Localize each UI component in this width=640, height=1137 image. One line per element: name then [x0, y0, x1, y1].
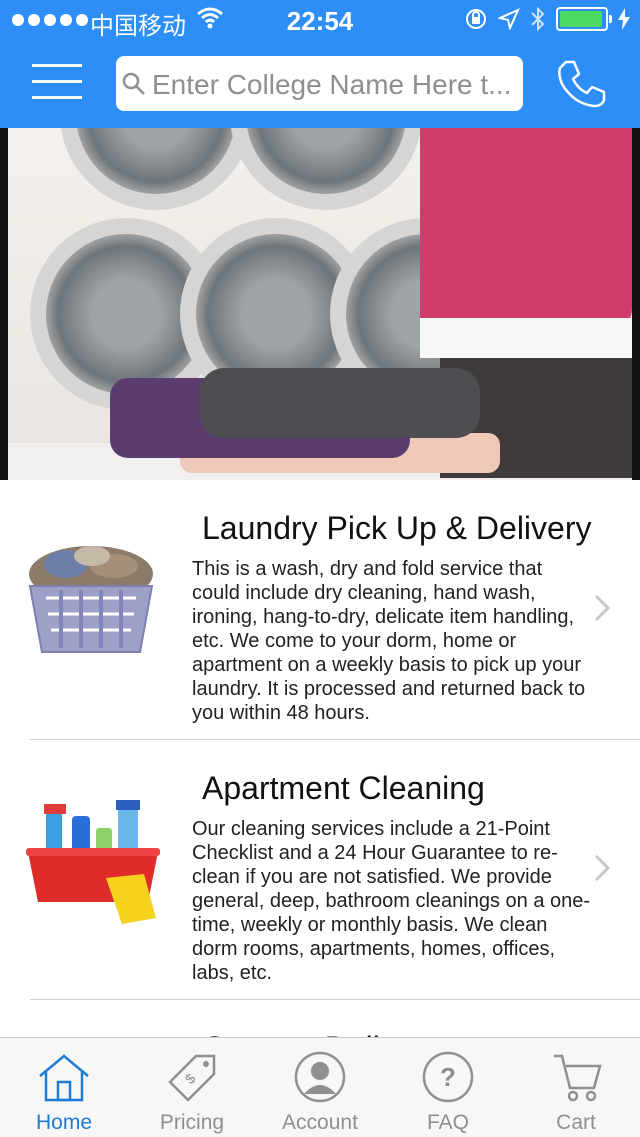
tab-label: Cart: [556, 1111, 596, 1134]
hamburger-menu-icon[interactable]: [32, 64, 82, 100]
battery-icon: [556, 7, 612, 31]
phone-icon[interactable]: [554, 56, 610, 112]
orientation-lock-icon: [466, 9, 486, 29]
svg-text:?: ?: [440, 1062, 456, 1092]
tab-label: Pricing: [159, 1111, 225, 1134]
home-icon: [39, 1054, 89, 1102]
laundry-basket-image: [28, 546, 154, 653]
location-arrow-icon: [498, 8, 520, 30]
hero-image: [0, 128, 640, 480]
bottom-tab-bar: Home $ Pricing Account ? FAQ Cart: [0, 1037, 640, 1137]
price-tag-icon: $: [168, 1054, 216, 1102]
tab-pricing[interactable]: $ Pricing: [128, 1038, 256, 1137]
status-bar: 中国移动 22:54: [0, 0, 640, 40]
chevron-right-icon: [594, 854, 610, 882]
service-apartment-cleaning[interactable]: Apartment Cleaning Our cleaning services…: [0, 740, 640, 1000]
cleaning-supplies-image: [26, 800, 160, 924]
tab-cart[interactable]: Cart: [512, 1038, 640, 1137]
service-laundry[interactable]: Laundry Pick Up & Delivery This is a was…: [0, 480, 640, 740]
charging-bolt-icon: [618, 8, 630, 30]
services-list: Laundry Pick Up & Delivery This is a was…: [0, 480, 640, 1060]
service-title: Laundry Pick Up & Delivery: [202, 510, 592, 546]
service-description: This is a wash, dry and fold service tha…: [192, 558, 586, 724]
college-search-input[interactable]: [148, 56, 524, 113]
cart-icon: [554, 1054, 602, 1102]
search-icon: [122, 72, 145, 95]
tab-home[interactable]: Home: [0, 1038, 128, 1137]
tab-label: Account: [282, 1111, 358, 1134]
tab-faq[interactable]: ? FAQ: [384, 1038, 512, 1137]
service-description: Our cleaning services include a 21-Point…: [192, 818, 591, 984]
question-icon: ?: [422, 1051, 474, 1103]
tab-account[interactable]: Account: [256, 1038, 384, 1137]
svg-text:$: $: [182, 1070, 199, 1087]
account-icon: [294, 1051, 346, 1103]
bluetooth-icon: [531, 6, 545, 32]
chevron-right-icon: [594, 594, 610, 622]
service-title: Apartment Cleaning: [202, 770, 485, 806]
tab-label: Home: [35, 1111, 93, 1134]
top-bar: 中国移动 22:54: [0, 0, 640, 128]
tab-label: FAQ: [426, 1111, 469, 1134]
search-bar: [116, 56, 524, 113]
status-icons: [464, 6, 630, 32]
